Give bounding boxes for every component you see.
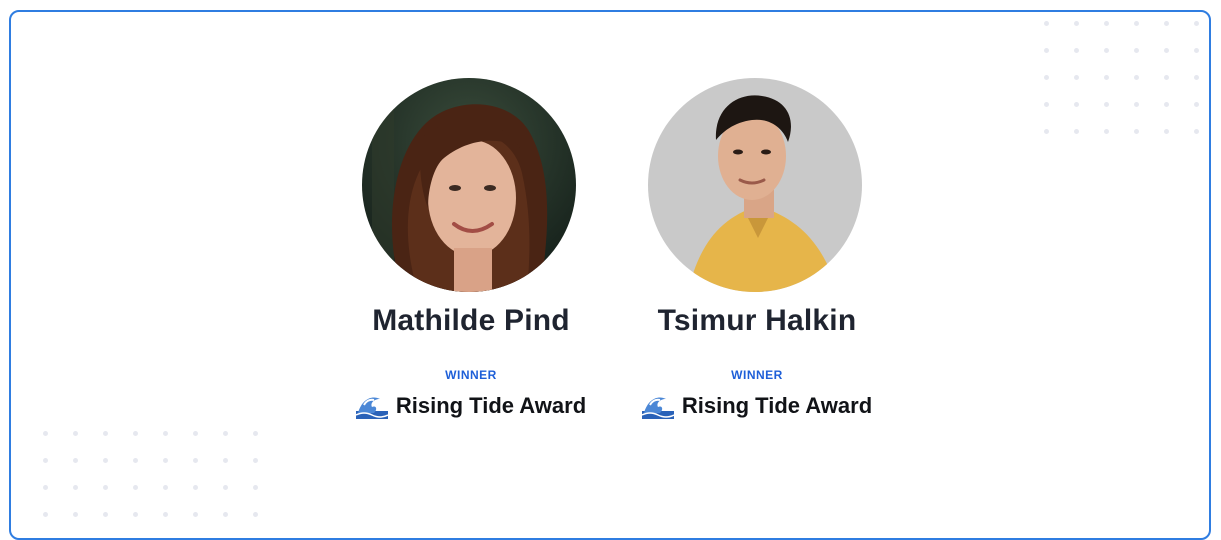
- award-title: Rising Tide Award: [328, 393, 614, 419]
- decorative-dot-grid-top-right: [1044, 21, 1209, 156]
- wave-icon: [355, 397, 388, 419]
- winner-name: Tsimur Halkin: [657, 304, 857, 337]
- awards-card: Mathilde Pind WINNER Rising Tide Award T…: [9, 10, 1211, 540]
- avatar-photo-tsimur: [648, 78, 862, 292]
- decorative-dot-grid-bottom-left: [43, 431, 283, 538]
- winner-label: WINNER: [445, 368, 497, 382]
- avatar: [648, 78, 862, 292]
- avatar: [362, 78, 576, 292]
- award-name: Rising Tide Award: [681, 393, 873, 418]
- winner-name: Mathilde Pind: [372, 304, 570, 337]
- award-title: Rising Tide Award: [614, 393, 900, 419]
- award-name: Rising Tide Award: [395, 393, 587, 418]
- winner-label: WINNER: [731, 368, 783, 382]
- wave-icon: [641, 397, 674, 419]
- avatar-photo-mathilde: [362, 78, 576, 292]
